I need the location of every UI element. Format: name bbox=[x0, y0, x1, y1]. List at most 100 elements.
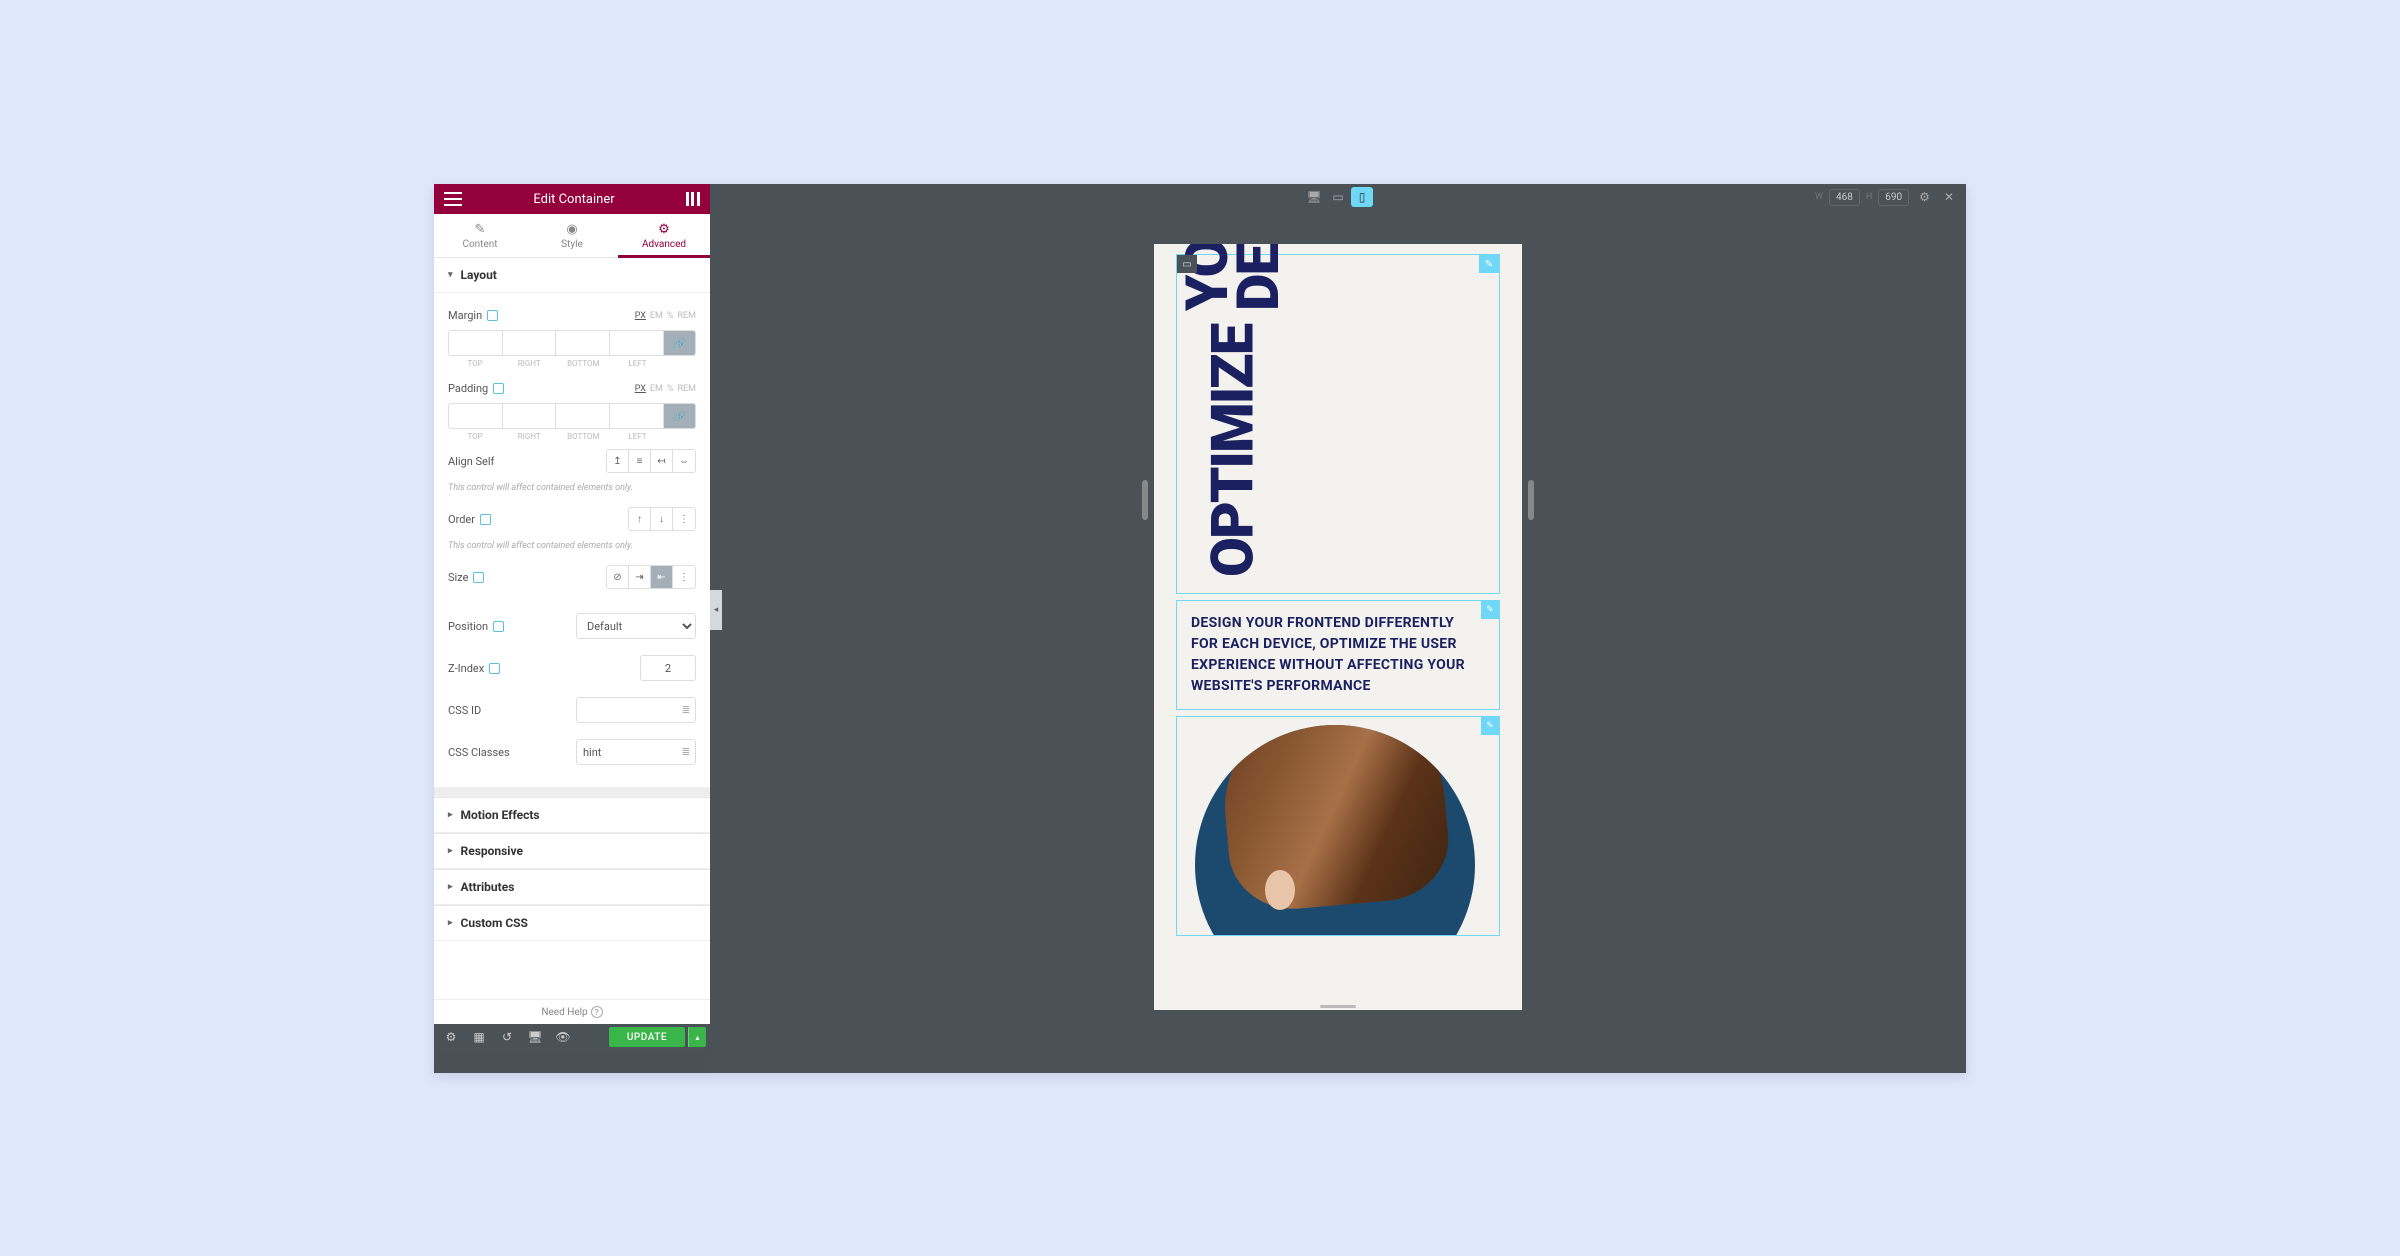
responsive-icon[interactable] bbox=[493, 621, 504, 632]
preview-frame: ▭ ✎ OPTIMIZE YOUR DESIGN ✎ DESIGN YOUR F… bbox=[1154, 244, 1522, 1010]
padding-units[interactable]: PXEM%REM bbox=[635, 384, 696, 394]
hero-subtext: DESIGN YOUR FRONTEND DIFFERENTLY FOR EAC… bbox=[1191, 613, 1485, 697]
workspace: 🖥 ▭ ▯ W 468 H 690 ⚙ ✕ ◂ ▭ ✎ bbox=[710, 184, 1966, 1073]
margin-right[interactable] bbox=[503, 331, 557, 355]
dynamic-icon[interactable]: ≣ bbox=[682, 705, 690, 716]
padding-bottom[interactable] bbox=[556, 404, 610, 428]
margin-units[interactable]: PXEM%REM bbox=[635, 311, 696, 321]
section-layout[interactable]: ▾Layout bbox=[434, 258, 710, 293]
align-end[interactable]: ↤ bbox=[651, 450, 673, 472]
responsive-icon[interactable] bbox=[473, 572, 484, 583]
size-custom[interactable]: ⋮ bbox=[673, 566, 695, 588]
margin-link-icon[interactable]: 🔗 bbox=[664, 331, 695, 355]
margin-left[interactable] bbox=[610, 331, 664, 355]
align-stretch[interactable]: ⇔ bbox=[673, 450, 695, 472]
panel-body: ▾Layout Margin PXEM%REM 🔗 TOPRIGHTBOTTOM… bbox=[434, 258, 710, 999]
panel-tabs: ✎Content ◉Style ⚙Advanced bbox=[434, 214, 710, 258]
zindex-label: Z-Index bbox=[448, 662, 484, 675]
sidebar-header: Edit Container bbox=[434, 184, 710, 214]
margin-label: Margin bbox=[448, 309, 482, 322]
cssclasses-input[interactable] bbox=[576, 739, 696, 765]
device-tablet-icon[interactable]: ▭ bbox=[1327, 187, 1349, 207]
order-end[interactable]: ↓ bbox=[651, 508, 673, 530]
navigator-icon[interactable]: ▦ bbox=[466, 1027, 492, 1047]
margin-bottom[interactable] bbox=[556, 331, 610, 355]
responsive-icon[interactable] bbox=[489, 663, 500, 674]
section-customcss[interactable]: ▸Custom CSS bbox=[434, 905, 710, 941]
height-value[interactable]: 690 bbox=[1878, 189, 1909, 206]
device-mobile-icon[interactable]: ▯ bbox=[1351, 187, 1373, 207]
margin-top[interactable] bbox=[449, 331, 503, 355]
align-help: This control will affect contained eleme… bbox=[448, 481, 696, 499]
tab-style[interactable]: ◉Style bbox=[526, 214, 618, 257]
settings-icon[interactable]: ⚙ bbox=[438, 1027, 464, 1047]
help-icon: ? bbox=[591, 1006, 603, 1018]
padding-inputs: 🔗 bbox=[448, 403, 696, 429]
padding-top[interactable] bbox=[449, 404, 503, 428]
caret-right-icon: ▸ bbox=[448, 918, 453, 928]
margin-inputs: 🔗 bbox=[448, 330, 696, 356]
position-label: Position bbox=[448, 620, 488, 633]
resize-handle-left[interactable] bbox=[1142, 480, 1148, 520]
edit-element-icon[interactable]: ✎ bbox=[1479, 255, 1499, 273]
edit-element-icon[interactable]: ✎ bbox=[1481, 717, 1499, 735]
tab-content[interactable]: ✎Content bbox=[434, 214, 526, 257]
cssid-input[interactable] bbox=[576, 697, 696, 723]
dynamic-icon[interactable]: ≣ bbox=[682, 747, 690, 758]
size-none[interactable]: ⊘ bbox=[607, 566, 629, 588]
panel-collapse-icon[interactable]: ◂ bbox=[710, 590, 722, 630]
need-help-link[interactable]: Need Help? bbox=[434, 999, 710, 1024]
section-attributes[interactable]: ▸Attributes bbox=[434, 869, 710, 905]
resize-handle-right[interactable] bbox=[1528, 480, 1534, 520]
update-button[interactable]: UPDATE bbox=[609, 1027, 685, 1047]
order-help: This control will affect contained eleme… bbox=[448, 539, 696, 557]
responsive-icon[interactable] bbox=[493, 383, 504, 394]
padding-link-icon[interactable]: 🔗 bbox=[664, 404, 695, 428]
align-self-label: Align Self bbox=[448, 455, 494, 468]
history-icon[interactable]: ↺ bbox=[494, 1027, 520, 1047]
size-buttons: ⊘ ⇥ ⇤ ⋮ bbox=[606, 565, 696, 589]
scrollbar[interactable] bbox=[1320, 1005, 1356, 1008]
preview-container-hero[interactable]: ▭ ✎ OPTIMIZE YOUR DESIGN bbox=[1176, 254, 1500, 594]
order-label: Order bbox=[448, 513, 475, 526]
position-select[interactable]: Default bbox=[576, 613, 696, 639]
edit-element-icon[interactable]: ✎ bbox=[1481, 601, 1499, 619]
menu-icon[interactable] bbox=[444, 192, 462, 206]
order-buttons: ↑ ↓ ⋮ bbox=[628, 507, 696, 531]
size-grow[interactable]: ⇤ bbox=[651, 566, 673, 588]
responsive-icon[interactable] bbox=[487, 310, 498, 321]
gear-icon: ⚙ bbox=[658, 222, 670, 237]
update-options-icon[interactable]: ▴ bbox=[688, 1027, 706, 1047]
align-start[interactable]: ↥ bbox=[607, 450, 629, 472]
section-motion[interactable]: ▸Motion Effects bbox=[434, 797, 710, 833]
padding-left[interactable] bbox=[610, 404, 664, 428]
container-grab-icon[interactable]: ▭ bbox=[1177, 255, 1197, 273]
settings-icon[interactable]: ⚙ bbox=[1915, 190, 1934, 204]
preview-icon[interactable]: 👁 bbox=[550, 1027, 576, 1047]
panel-title: Edit Container bbox=[533, 192, 614, 207]
zindex-input[interactable] bbox=[640, 655, 696, 681]
droplet-icon: ◉ bbox=[566, 222, 577, 237]
widgets-icon[interactable] bbox=[686, 192, 700, 206]
caret-right-icon: ▸ bbox=[448, 810, 453, 820]
size-shrink[interactable]: ⇥ bbox=[629, 566, 651, 588]
responsive-icon[interactable] bbox=[480, 514, 491, 525]
section-responsive[interactable]: ▸Responsive bbox=[434, 833, 710, 869]
width-value[interactable]: 468 bbox=[1829, 189, 1860, 206]
order-start[interactable]: ↑ bbox=[629, 508, 651, 530]
pencil-icon: ✎ bbox=[475, 222, 486, 237]
preview-container-image[interactable]: ✎ bbox=[1176, 716, 1500, 936]
size-label: Size bbox=[448, 571, 468, 584]
align-self-buttons: ↥ ≡ ↤ ⇔ bbox=[606, 449, 696, 473]
align-center[interactable]: ≡ bbox=[629, 450, 651, 472]
device-desktop-icon[interactable]: 🖥 bbox=[1303, 187, 1325, 207]
canvas: ◂ ▭ ✎ OPTIMIZE YOUR DESIGN ✎ DESIGN YOUR… bbox=[710, 210, 1966, 1073]
close-icon[interactable]: ✕ bbox=[1940, 190, 1958, 204]
responsive-mode-icon[interactable]: 🖥 bbox=[522, 1027, 548, 1047]
tab-advanced[interactable]: ⚙Advanced bbox=[618, 214, 710, 257]
width-label: W bbox=[1815, 192, 1823, 202]
order-more[interactable]: ⋮ bbox=[673, 508, 695, 530]
preview-container-subtext[interactable]: ✎ DESIGN YOUR FRONTEND DIFFERENTLY FOR E… bbox=[1176, 600, 1500, 710]
preview-image bbox=[1195, 725, 1475, 936]
padding-right[interactable] bbox=[503, 404, 557, 428]
